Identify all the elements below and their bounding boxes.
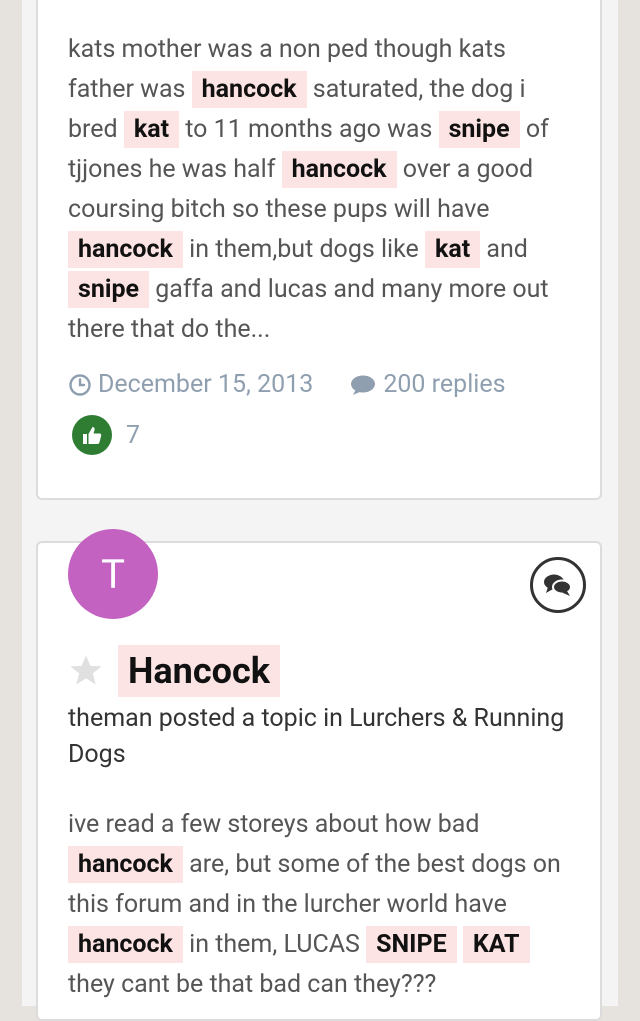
- reaction-summary[interactable]: 7: [72, 415, 140, 455]
- highlighted-term: kat: [425, 231, 481, 268]
- snippet-text: they cant be that bad can they???: [68, 970, 437, 999]
- highlighted-term: hancock: [68, 846, 183, 883]
- highlighted-term: hancock: [68, 231, 183, 268]
- highlighted-term: snipe: [68, 271, 150, 308]
- search-result-card: kats mother was a non ped though kats fa…: [36, 0, 602, 500]
- comments-icon: [544, 574, 572, 596]
- result-title-link[interactable]: Hancock: [118, 645, 280, 697]
- clock-icon: [69, 373, 91, 396]
- result-snippet: ive read a few storeys about how bad han…: [68, 805, 578, 1005]
- result-replies[interactable]: 200 replies: [349, 370, 506, 399]
- thumbs-up-icon: [72, 415, 112, 455]
- topic-icon: [530, 557, 586, 613]
- result-title-row: Hancock: [68, 645, 280, 697]
- replies-text: 200 replies: [383, 370, 506, 399]
- highlighted-term: KAT: [462, 926, 530, 963]
- result-snippet: kats mother was a non ped though kats fa…: [68, 30, 578, 350]
- highlighted-term: kat: [123, 111, 180, 148]
- result-date[interactable]: December 15, 2013: [68, 370, 313, 399]
- star-icon[interactable]: [68, 654, 104, 688]
- highlighted-term: hancock: [281, 151, 397, 188]
- date-text: December 15, 2013: [98, 370, 314, 399]
- posted-line[interactable]: theman posted a topic in Lurchers & Runn…: [68, 701, 568, 773]
- snippet-text: in them,but dogs like: [182, 235, 425, 264]
- like-count: 7: [126, 420, 141, 450]
- result-meta: December 15, 2013 200 replies: [68, 370, 542, 399]
- highlighted-term: hancock: [68, 926, 183, 963]
- snippet-text: ive read a few storeys about how bad: [68, 810, 480, 839]
- avatar-letter: T: [101, 550, 125, 598]
- highlighted-term: hancock: [191, 71, 307, 108]
- snippet-text: and: [480, 235, 528, 264]
- avatar[interactable]: T: [68, 529, 158, 619]
- highlighted-term: snipe: [438, 111, 520, 148]
- snippet-text: in them, LUCAS: [182, 930, 367, 959]
- speech-bubble-icon: [351, 375, 376, 395]
- snippet-text: to 11 months ago was: [179, 115, 439, 144]
- search-result-card: T Hancock theman posted a topic in Lurch…: [36, 529, 602, 1021]
- snippet-text: [457, 930, 463, 959]
- highlighted-term: SNIPE: [366, 926, 457, 963]
